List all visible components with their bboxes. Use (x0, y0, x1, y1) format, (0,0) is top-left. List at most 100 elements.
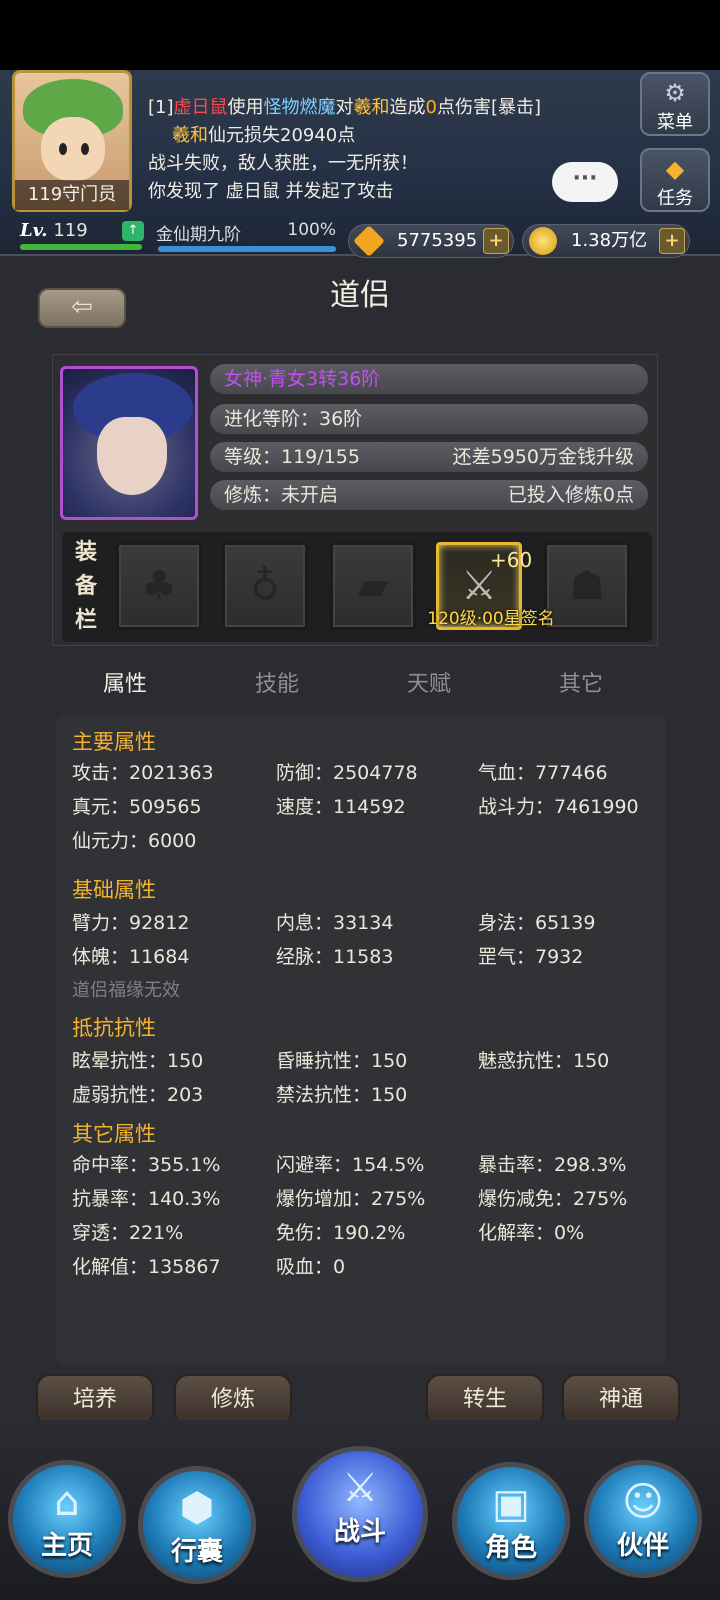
log-skill: 怪物燃魔 (263, 97, 336, 118)
nav-label: 伙伴 (616, 1531, 669, 1561)
equip-slot-armor[interactable]: ♣ (116, 542, 202, 630)
gold-coin-icon (529, 227, 557, 255)
log-line: 你发现了 虚日鼠 并发起了攻击 (148, 181, 394, 202)
stat-dodge-rate: 闪避率：154.5% (276, 1154, 425, 1176)
tab-skills[interactable]: 技能 (202, 666, 352, 698)
nav-battle[interactable]: ⚔ 战斗 (292, 1446, 428, 1582)
tab-talents[interactable]: 天赋 (354, 666, 504, 698)
section-title-resist: 抵抗抗性 (72, 1016, 156, 1040)
cultivation-invested: 已投入修炼0点 (507, 484, 634, 506)
nav-label: 主页 (40, 1531, 93, 1561)
level-value: 119 (53, 220, 88, 241)
cultivation-status: 修炼：未开启 (224, 484, 339, 506)
tab-attributes[interactable]: 属性 (50, 666, 200, 698)
level-up-icon[interactable]: ↑ (122, 221, 144, 241)
stat-inner-breath: 内息：33134 (276, 912, 394, 934)
task-button[interactable]: ◆ 任务 (640, 148, 710, 212)
equip-slot-book[interactable]: ▰ (330, 542, 416, 630)
equip-label-char: 栏 (74, 608, 97, 633)
level-cost: 还差5950万金钱升级 (452, 446, 634, 468)
nav-bag[interactable]: ⬢ 行囊 (138, 1466, 256, 1584)
nav-partner[interactable]: ☺ 伙伴 (584, 1460, 702, 1578)
partner-level-row: 等级：119/155 还差5950万金钱升级 (210, 442, 648, 472)
stat-penetration: 穿透：221% (72, 1222, 184, 1244)
stat-crit-reduction: 爆伤减免：275% (478, 1188, 628, 1210)
section-title-other: 其它属性 (72, 1122, 156, 1146)
stat-weak-resist: 虚弱抗性：203 (72, 1084, 204, 1106)
nav-character[interactable]: ▣ 角色 (452, 1462, 570, 1580)
stat-power: 战斗力：7461990 (478, 796, 639, 818)
realm-percent: 100% (287, 220, 336, 240)
level-exp-bar (20, 244, 142, 250)
nav-label: 角色 (484, 1533, 537, 1563)
log-text: 造成 (389, 97, 426, 118)
log-line: [1]虚日鼠使用怪物燃魔对羲和造成0点伤害[暴击] (148, 94, 618, 122)
necklace-icon: ♁ (250, 563, 280, 609)
cloak-icon: ☗ (569, 563, 605, 609)
stat-gangqi: 罡气：7932 (478, 946, 584, 968)
stat-speed: 速度：114592 (276, 796, 406, 818)
menu-label: 菜单 (657, 112, 693, 133)
back-button[interactable]: ⇦ (38, 288, 126, 328)
stat-mana: 真元：509565 (72, 796, 202, 818)
armor-icon: ♣ (141, 563, 177, 609)
stat-meridian: 经脉：11583 (276, 946, 394, 968)
stat-sleep-resist: 昏睡抗性：150 (276, 1050, 408, 1072)
task-label: 任务 (657, 188, 693, 209)
gem-amount: 5775395 (397, 230, 478, 251)
realm-progress-bar (158, 246, 336, 252)
cultivate-button[interactable]: 培养 (36, 1374, 154, 1426)
stat-anti-crit: 抗暴率：140.3% (72, 1188, 221, 1210)
log-text: 仙元损失20940点 (208, 125, 356, 146)
player-title: 119守门员 (15, 180, 129, 210)
chat-bubble-icon[interactable]: ··· (552, 162, 618, 202)
nav-home[interactable]: ⌂ 主页 (8, 1460, 126, 1578)
partner-level: 等级：119/155 (224, 446, 360, 468)
stat-xianyuan: 仙元力：6000 (72, 830, 197, 852)
stat-lifesteal: 吸血：0 (276, 1256, 346, 1278)
tab-other[interactable]: 其它 (506, 666, 656, 698)
equip-slot-necklace[interactable]: ♁ (222, 542, 308, 630)
bag-icon: ⬢ (179, 1485, 215, 1531)
add-gems-button[interactable]: + (483, 228, 509, 254)
add-gold-button[interactable]: + (659, 228, 685, 254)
log-line: 羲和仙元损失20940点 (148, 122, 618, 150)
diamond-task-icon: ◆ (665, 155, 685, 183)
sword-icon: ⚔ (342, 1465, 378, 1511)
weapon-caption: 120级·00星签名 (427, 609, 555, 629)
status-bar (0, 0, 720, 70)
log-damage: 0 (425, 97, 437, 118)
partner-evolution: 进化等阶：36阶 (210, 404, 648, 434)
rebirth-button[interactable]: 转生 (426, 1374, 544, 1426)
stat-attack: 攻击：2021363 (72, 762, 214, 784)
log-line: 战斗失败，敌人获胜，一无所获！ (148, 153, 418, 174)
train-button[interactable]: 修炼 (174, 1374, 292, 1426)
stat-defense: 防御：2504778 (276, 762, 418, 784)
menu-button[interactable]: ⚙ 菜单 (640, 72, 710, 136)
stat-hp: 气血：777466 (478, 762, 608, 784)
eye-icon (81, 143, 89, 155)
page-title: 道侣 (330, 278, 390, 313)
divine-power-button[interactable]: 神通 (562, 1374, 680, 1426)
stat-parry-value: 化解值：135867 (72, 1256, 221, 1278)
nav-label: 行囊 (170, 1537, 223, 1567)
stat-damage-reduction: 免伤：190.2% (276, 1222, 406, 1244)
section-title-main: 主要属性 (72, 730, 156, 754)
log-target: 羲和 (353, 97, 390, 118)
level-prefix: Lv. (20, 220, 48, 241)
nav-label: 战斗 (333, 1517, 386, 1547)
base-note: 道侣福缘无效 (72, 980, 180, 1001)
battle-log[interactable]: [1]虚日鼠使用怪物燃魔对羲和造成0点伤害[暴击] 羲和仙元损失20940点 战… (148, 94, 618, 206)
realm-label: 金仙期九阶 (156, 225, 241, 245)
chest-icon: ▣ (492, 1481, 530, 1527)
section-title-base: 基础属性 (72, 878, 156, 902)
equip-label-char: 装 (74, 540, 97, 565)
log-target: 羲和 (172, 125, 208, 146)
equip-label: 装 备 栏 (72, 536, 100, 638)
stat-crit-damage: 爆伤增加：275% (276, 1188, 426, 1210)
partner-cultivation-row: 修炼：未开启 已投入修炼0点 (210, 480, 648, 510)
partner-portrait[interactable] (60, 366, 198, 520)
avatar-face (41, 117, 105, 181)
home-icon: ⌂ (54, 1479, 80, 1525)
partner-icon: ☺ (622, 1479, 664, 1525)
